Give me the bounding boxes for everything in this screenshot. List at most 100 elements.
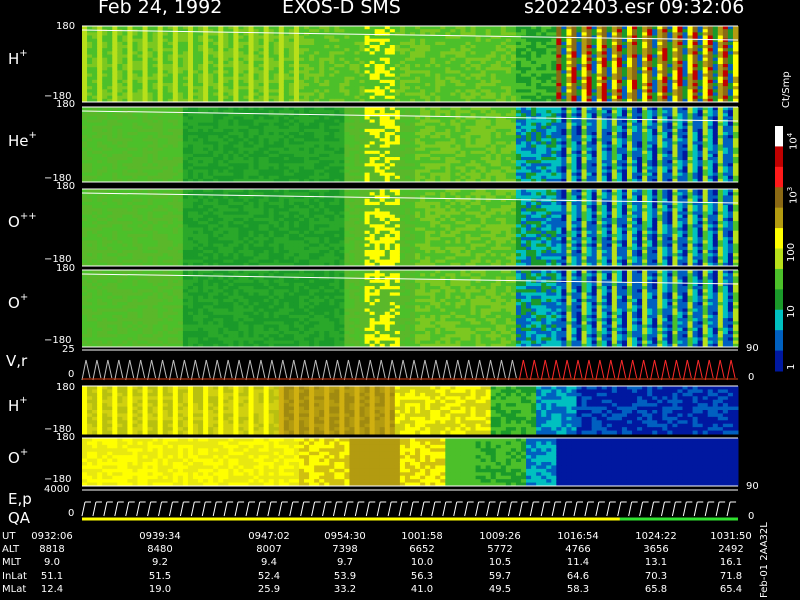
heat-cell <box>248 60 255 65</box>
heat-cell <box>223 73 229 78</box>
heat-cell <box>394 169 401 174</box>
heat-cell <box>248 150 255 155</box>
heat-cell <box>122 35 128 40</box>
heat-cell <box>97 32 103 36</box>
heat-cell <box>637 70 643 74</box>
heat-cell <box>324 41 330 46</box>
heat-cell <box>334 79 340 84</box>
heat-cell <box>394 45 401 49</box>
heat-cell <box>238 41 244 46</box>
heat-cell <box>293 60 300 65</box>
heat-cell <box>298 122 305 127</box>
heat-cell <box>112 172 118 177</box>
heat-cell <box>137 157 144 161</box>
heat-cell <box>410 86 416 90</box>
heat-cell <box>187 144 194 149</box>
heat-cell <box>172 113 179 117</box>
heat-cell <box>187 57 194 62</box>
heat-cell <box>339 125 345 130</box>
heat-cell <box>425 51 431 55</box>
heat-cell <box>389 73 396 78</box>
heat-cell <box>87 76 93 81</box>
heat-cell <box>97 64 103 68</box>
heat-cell <box>344 122 350 127</box>
heat-cell <box>162 60 169 65</box>
heat-cell <box>364 95 371 100</box>
heat-cell <box>546 29 552 33</box>
heat-cell <box>298 141 305 145</box>
heat-cell <box>87 60 93 65</box>
heat-cell <box>309 157 315 161</box>
heat-cell <box>218 70 224 74</box>
heat-cell <box>329 48 335 52</box>
heat-cell <box>127 95 133 100</box>
heat-cell <box>198 175 204 180</box>
heat-cell <box>157 70 164 74</box>
heat-cell <box>404 35 411 40</box>
heat-cell <box>87 147 93 152</box>
heat-cell <box>193 26 199 30</box>
heat-cell <box>182 135 189 139</box>
heat-cell <box>591 57 598 62</box>
heat-cell <box>117 45 123 49</box>
heat-cell <box>521 73 527 78</box>
heat-cell <box>162 157 169 161</box>
heat-cell <box>445 153 451 158</box>
heat-cell <box>556 79 562 84</box>
heat-cell <box>445 26 451 30</box>
heat-cell <box>152 32 159 36</box>
heat-cell <box>389 29 396 33</box>
heat-cell <box>283 144 290 149</box>
heat-cell <box>157 64 164 68</box>
heat-cell <box>132 60 139 65</box>
heat-cell <box>571 41 578 46</box>
heat-cell <box>213 172 219 177</box>
heat-cell <box>187 64 194 68</box>
heat-cell <box>586 92 593 97</box>
heat-cell <box>455 64 461 68</box>
heat-cell <box>228 73 234 78</box>
heat-cell <box>283 141 290 145</box>
heat-cell <box>187 70 194 74</box>
heat-cell <box>606 95 613 100</box>
heat-cell <box>662 64 668 68</box>
heat-cell <box>172 83 179 87</box>
heat-cell <box>470 86 477 90</box>
heat-cell <box>526 48 532 52</box>
heat-cell <box>712 32 719 36</box>
heat-cell <box>334 116 340 120</box>
heat-cell <box>152 92 159 97</box>
heat-cell <box>172 157 179 161</box>
heat-cell <box>87 160 93 164</box>
heat-cell <box>702 60 709 65</box>
heat-cell <box>248 86 255 90</box>
heat-cell <box>208 76 214 81</box>
heat-cell <box>213 67 219 71</box>
heat-cell <box>642 70 648 74</box>
heat-cell <box>369 150 376 155</box>
heat-cell <box>697 57 704 62</box>
heat-cell <box>394 32 401 36</box>
heat-cell <box>142 125 149 130</box>
heat-cell <box>455 67 461 71</box>
heat-cell <box>672 51 678 55</box>
heat-cell <box>233 64 239 68</box>
heat-cell <box>218 138 224 142</box>
heat-cell <box>374 73 381 78</box>
heat-cell <box>112 147 118 152</box>
heat-cell <box>112 169 118 174</box>
heat-cell <box>132 79 139 84</box>
heat-cell <box>637 64 643 68</box>
heat-cell <box>621 60 628 65</box>
heat-cell <box>117 147 123 152</box>
heat-cell <box>193 157 199 161</box>
heat-cell <box>364 60 371 65</box>
heat-cell <box>172 86 179 90</box>
heat-cell <box>177 95 184 100</box>
heat-cell <box>137 38 144 43</box>
heat-cell <box>218 38 224 43</box>
heat-cell <box>198 116 204 120</box>
heat-cell <box>137 128 144 133</box>
heat-cell <box>682 67 689 71</box>
heat-cell <box>223 70 229 74</box>
